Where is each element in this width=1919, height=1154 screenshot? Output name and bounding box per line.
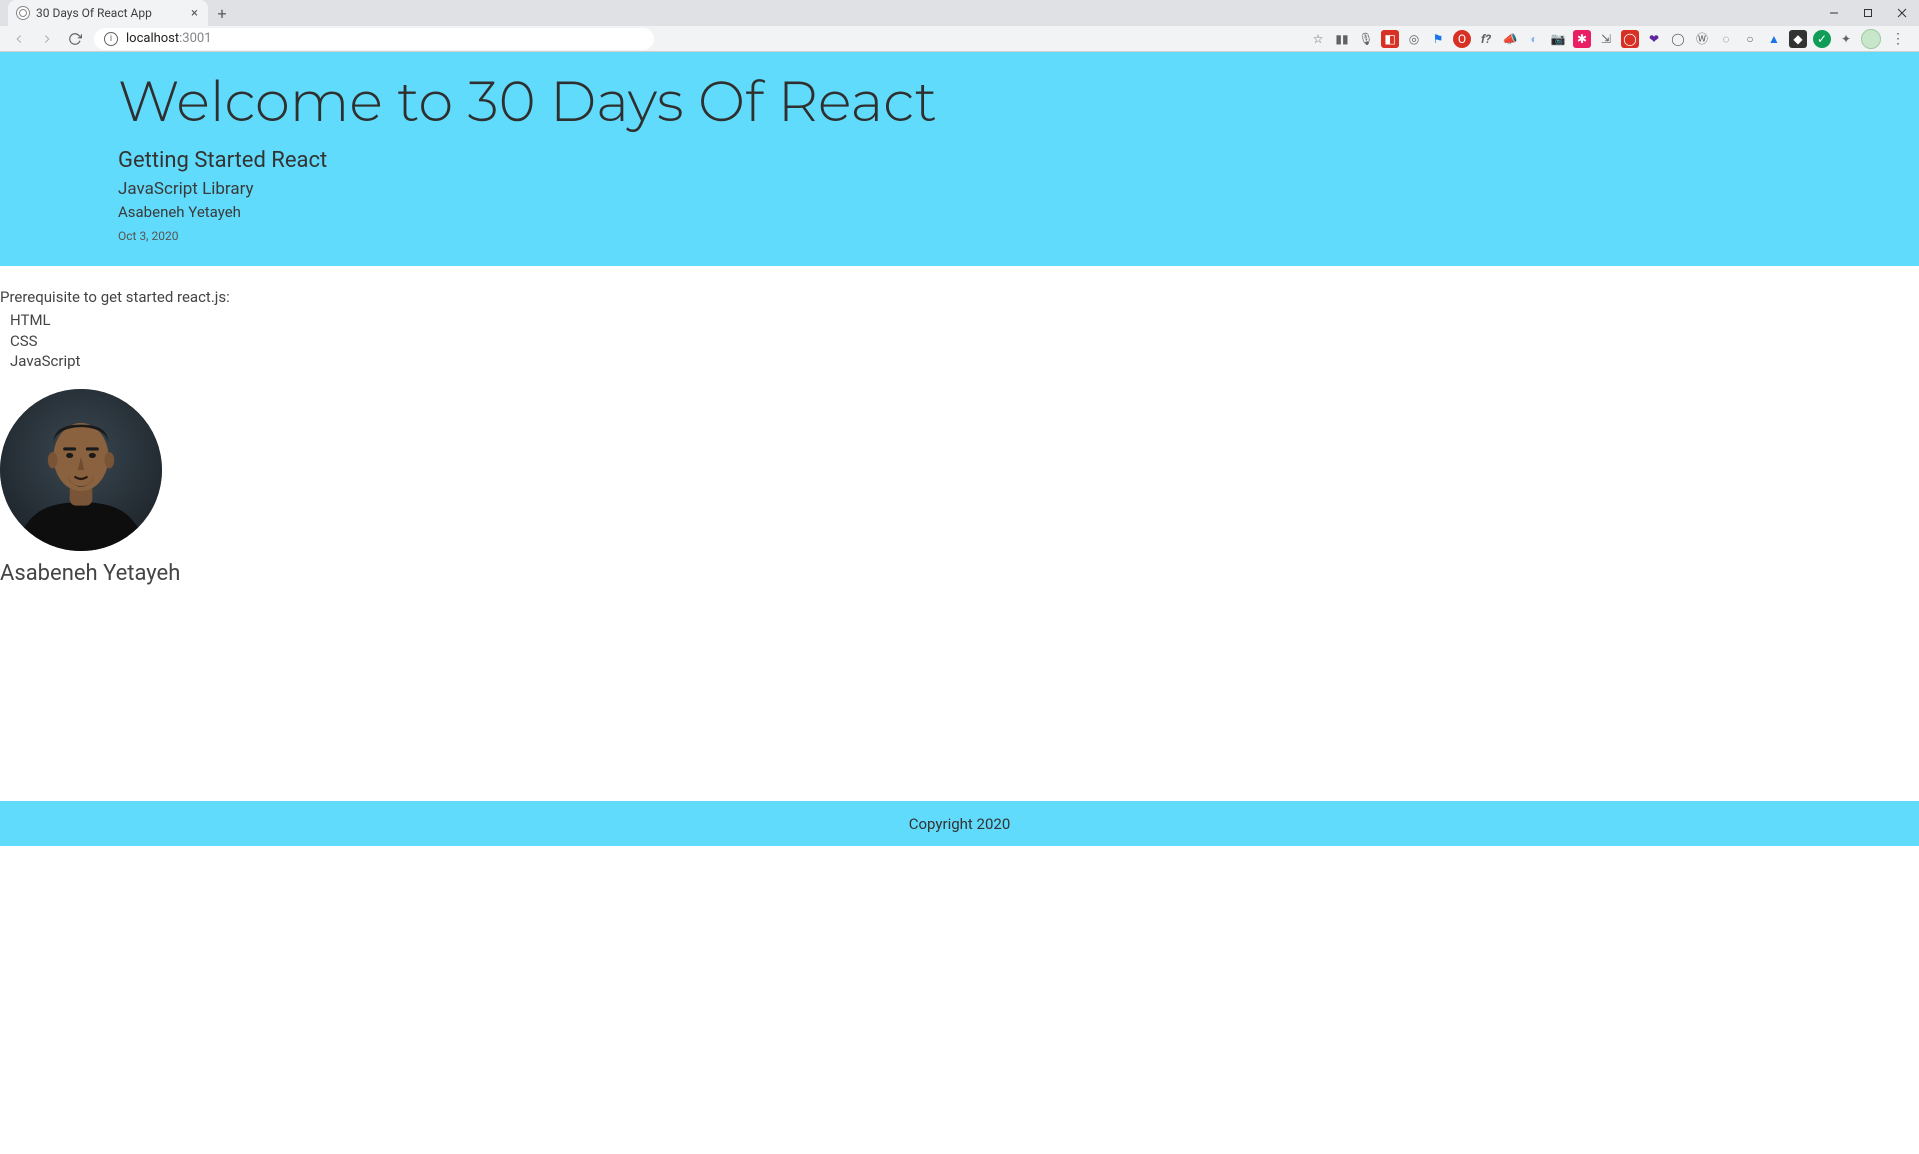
extension-icon[interactable]: ◧ (1381, 30, 1399, 48)
page-title: Welcome to 30 Days Of React (118, 70, 1879, 134)
close-tab-icon[interactable]: × (189, 6, 200, 21)
extension-icon[interactable]: ◐ (1525, 30, 1543, 48)
extension-icon[interactable]: 🎙 (1357, 30, 1375, 48)
extension-icon[interactable]: ▲ (1765, 30, 1783, 48)
site-info-icon[interactable]: i (104, 32, 118, 46)
extension-icon[interactable]: ⇲ (1597, 30, 1615, 48)
extension-icons: ☆ ▮▮ 🎙 ◧ ◎ ⚑ O f? 📣 ◐ 📷 ✱ ⇲ ◯ ❤ ◯ Ⓦ ◌ ○ … (1309, 29, 1913, 49)
footer-copyright: Copyright 2020 (909, 815, 1011, 833)
user-avatar (0, 389, 162, 551)
star-icon[interactable]: ☆ (1309, 30, 1327, 48)
forward-button[interactable] (34, 27, 60, 51)
list-item: HTML (10, 310, 1919, 330)
extension-icon[interactable]: ✱ (1573, 30, 1591, 48)
list-item: JavaScript (10, 351, 1919, 371)
toolbar: i localhost:3001 ☆ ▮▮ 🎙 ◧ ◎ ⚑ O f? 📣 ◐ 📷… (0, 26, 1919, 52)
list-item: CSS (10, 331, 1919, 351)
url-port: :3001 (179, 31, 211, 46)
extension-icon[interactable]: ✓ (1813, 30, 1831, 48)
page-subtitle: Getting Started React (118, 148, 1879, 173)
extension-icon[interactable]: ◯ (1621, 30, 1639, 48)
tab-strip: 30 Days Of React App × + (0, 0, 1919, 26)
extension-icon[interactable]: O (1453, 30, 1471, 48)
prereq-list: HTML CSS JavaScript (0, 310, 1919, 371)
reload-button[interactable] (62, 27, 88, 51)
maximize-button[interactable] (1851, 0, 1885, 26)
window-controls (1817, 0, 1919, 26)
back-button[interactable] (6, 27, 32, 51)
page-viewport: Welcome to 30 Days Of React Getting Star… (0, 52, 1919, 1154)
extension-icon[interactable]: ◆ (1789, 30, 1807, 48)
favicon-icon (16, 6, 30, 20)
close-window-button[interactable] (1885, 0, 1919, 26)
page-main: Prerequisite to get started react.js: HT… (0, 266, 1919, 586)
header-author: Asabeneh Yetayeh (118, 203, 1879, 221)
extension-icon[interactable]: ◎ (1405, 30, 1423, 48)
extension-icon[interactable]: ◌ (1717, 30, 1735, 48)
address-bar[interactable]: i localhost:3001 (94, 28, 654, 50)
extension-icon[interactable]: 📷 (1549, 30, 1567, 48)
extension-icon[interactable]: ⚑ (1429, 30, 1447, 48)
user-name: Asabeneh Yetayeh (0, 561, 1919, 586)
new-tab-button[interactable]: + (208, 0, 236, 26)
extension-icon[interactable]: Ⓦ (1693, 30, 1711, 48)
extension-icon[interactable]: 📣 (1501, 30, 1519, 48)
browser-menu-icon[interactable]: ⋮ (1887, 31, 1909, 47)
minimize-button[interactable] (1817, 0, 1851, 26)
page-library: JavaScript Library (118, 179, 1879, 199)
extensions-menu-icon[interactable]: ✦ (1837, 30, 1855, 48)
header-date: Oct 3, 2020 (118, 229, 179, 243)
extension-icon[interactable]: ❤ (1645, 30, 1663, 48)
tab-title: 30 Days Of React App (36, 6, 183, 20)
extension-icon[interactable]: ◯ (1669, 30, 1687, 48)
url-host: localhost (126, 31, 179, 46)
url-text: localhost:3001 (126, 31, 212, 46)
profile-avatar[interactable] (1861, 29, 1881, 49)
extension-icon[interactable]: ○ (1741, 30, 1759, 48)
page-header: Welcome to 30 Days Of React Getting Star… (0, 52, 1919, 266)
page-footer: Copyright 2020 (0, 801, 1919, 846)
browser-tab[interactable]: 30 Days Of React App × (8, 0, 208, 26)
extension-icon[interactable]: ▮▮ (1333, 30, 1351, 48)
extension-icon[interactable]: f? (1477, 30, 1495, 48)
prereq-title: Prerequisite to get started react.js: (0, 288, 1919, 306)
browser-chrome: 30 Days Of React App × + i (0, 0, 1919, 52)
